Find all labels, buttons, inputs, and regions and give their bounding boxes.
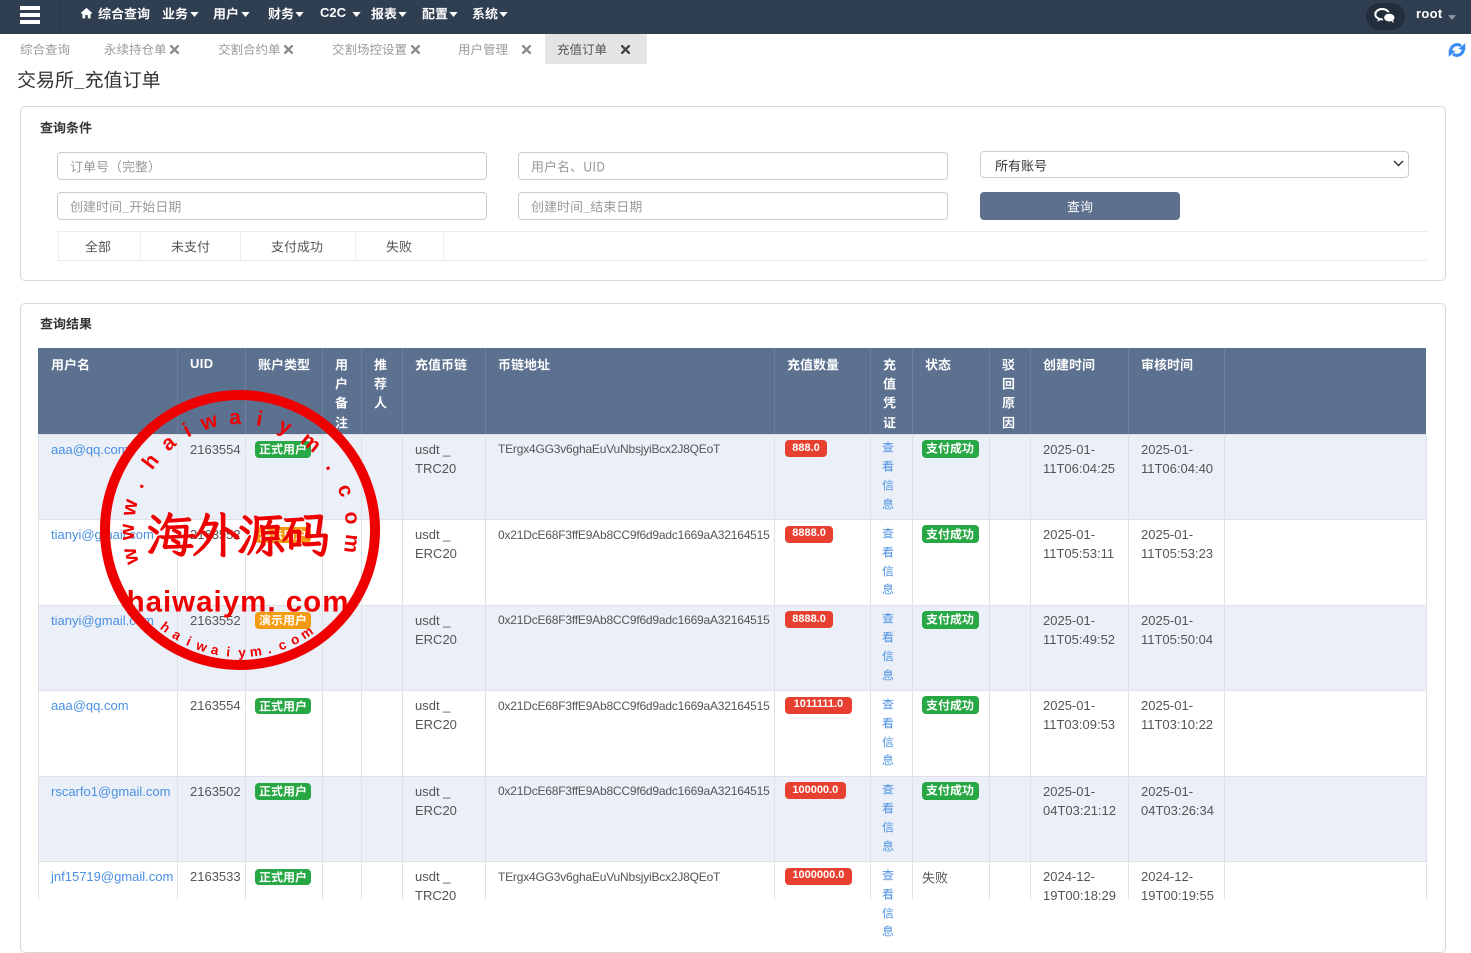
svg-text:a: a bbox=[157, 430, 181, 455]
svg-text:c: c bbox=[276, 636, 289, 653]
svg-text:i: i bbox=[184, 634, 194, 649]
svg-text:haiwaiym. com: haiwaiym. com bbox=[127, 586, 350, 619]
svg-text:y: y bbox=[275, 414, 295, 440]
svg-text:i: i bbox=[255, 407, 265, 431]
svg-text:a: a bbox=[229, 406, 242, 430]
svg-text:i: i bbox=[179, 419, 195, 442]
svg-text:m: m bbox=[296, 428, 325, 458]
svg-text:m: m bbox=[249, 643, 263, 659]
svg-text:m: m bbox=[339, 533, 364, 554]
svg-text:w: w bbox=[197, 408, 221, 435]
svg-text:a: a bbox=[210, 642, 221, 658]
svg-text:.: . bbox=[126, 477, 149, 492]
svg-text:.: . bbox=[266, 641, 273, 656]
svg-text:w: w bbox=[117, 545, 144, 568]
svg-text:w: w bbox=[117, 497, 143, 519]
svg-text:i: i bbox=[226, 644, 231, 659]
svg-text:o: o bbox=[340, 510, 364, 525]
svg-text:.: . bbox=[321, 456, 343, 474]
svg-text:c: c bbox=[333, 481, 359, 500]
svg-text:w: w bbox=[116, 523, 139, 541]
svg-text:y: y bbox=[238, 645, 246, 660]
svg-text:h: h bbox=[138, 449, 164, 473]
